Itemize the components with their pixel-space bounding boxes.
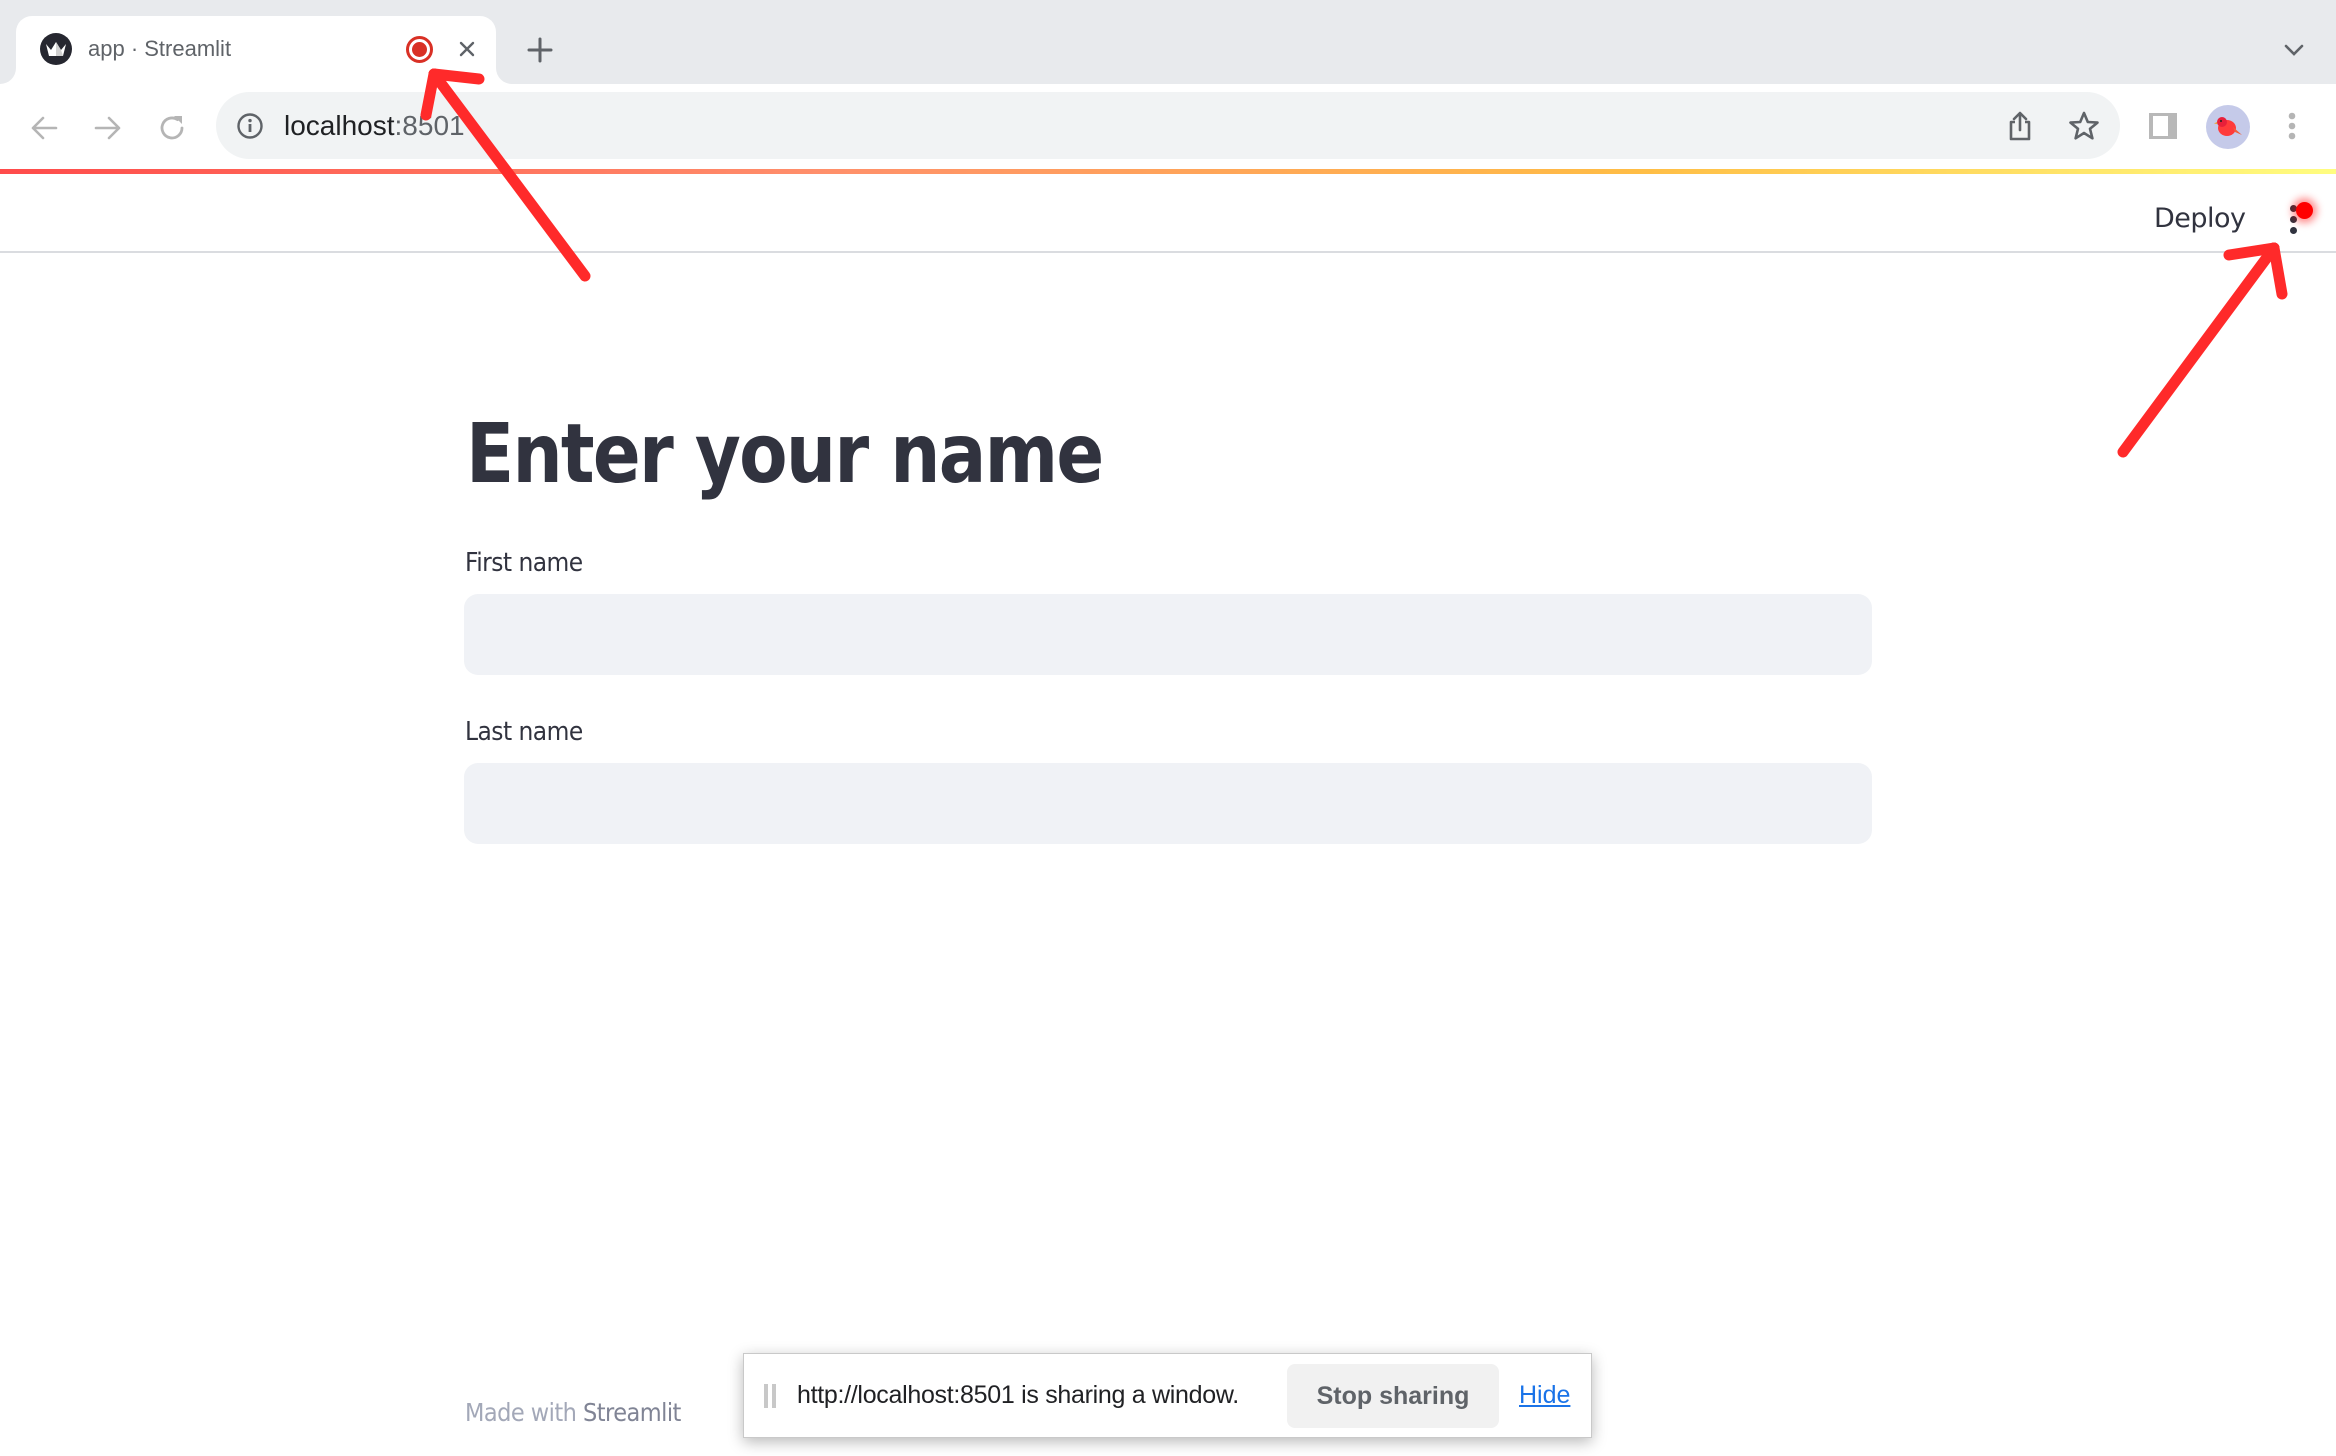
footer-prefix: Made with — [465, 1398, 583, 1427]
menu-dot — [2289, 215, 2297, 223]
streamlit-header-decoration — [0, 169, 2336, 174]
recording-icon — [406, 36, 433, 63]
arrow-left-icon[interactable] — [24, 108, 64, 148]
info-icon[interactable] — [236, 112, 264, 140]
url-text[interactable]: localhost:8501 — [284, 92, 465, 159]
share-message: http://localhost:8501 is sharing a windo… — [797, 1381, 1239, 1409]
vertical-dots-icon[interactable] — [2272, 106, 2312, 146]
stop-sharing-button[interactable]: Stop sharing — [1287, 1364, 1499, 1428]
side-panel-icon[interactable] — [2143, 106, 2183, 146]
menu-dot — [2289, 226, 2297, 234]
streamlit-link[interactable]: Streamlit — [583, 1398, 681, 1427]
close-icon[interactable] — [452, 34, 482, 64]
page-title: Enter your name — [466, 407, 1104, 502]
first-name-label: First name — [465, 548, 583, 578]
chevron-down-icon[interactable] — [2276, 32, 2312, 68]
first-name-input[interactable] — [464, 594, 1872, 675]
browser-tab[interactable]: app · Streamlit — [16, 16, 496, 84]
streamlit-crown-icon — [40, 33, 72, 65]
hide-link[interactable]: Hide — [1519, 1354, 1570, 1437]
annotation-overlay — [420, 68, 2288, 458]
star-icon[interactable] — [2066, 108, 2102, 144]
annotation-arrow-menu — [2117, 242, 2288, 458]
share-icon[interactable] — [2002, 108, 2038, 144]
url-host: localhost — [284, 110, 395, 141]
last-name-input[interactable] — [464, 763, 1872, 844]
last-name-label: Last name — [465, 717, 583, 747]
bird-avatar[interactable] — [2206, 105, 2250, 149]
reload-icon[interactable] — [152, 108, 192, 148]
url-port: :8501 — [394, 110, 465, 141]
browser-toolbar: localhost:8501 — [0, 84, 2336, 253]
footer: Made with Streamlit — [465, 1398, 681, 1428]
screen-share-bar: http://localhost:8501 is sharing a windo… — [743, 1353, 1592, 1438]
plus-icon[interactable] — [522, 32, 558, 68]
drag-handle-icon[interactable] — [764, 1384, 777, 1408]
toolbar-divider — [0, 251, 2336, 253]
arrow-right-icon[interactable] — [88, 108, 128, 148]
browser-tab-strip: app · Streamlit — [0, 0, 2336, 84]
tab-title: app · Streamlit — [88, 36, 232, 61]
deploy-button[interactable]: Deploy — [2146, 198, 2254, 240]
recording-dot-icon — [2296, 202, 2313, 219]
address-bar[interactable]: localhost:8501 — [216, 92, 2120, 159]
